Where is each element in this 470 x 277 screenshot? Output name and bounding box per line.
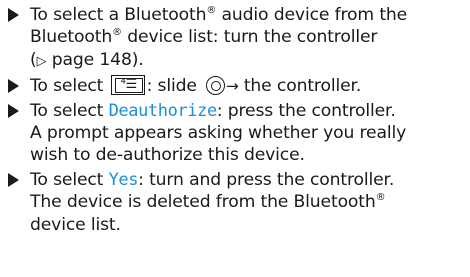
step-line: The device is deleted from the Bluetooth… <box>30 192 386 213</box>
step-select-menu: To select ⁴☰: slide → the controller. <box>6 75 466 97</box>
triangle-bullet-icon <box>8 172 19 187</box>
step-line: To select Yes: turn and press the contro… <box>30 169 395 190</box>
step-confirm-yes: To select Yes: turn and press the contro… <box>6 169 466 236</box>
yes-menu-item: Yes <box>108 169 139 190</box>
triangle-bullet-icon <box>8 103 19 118</box>
instruction-list: To select a Bluetooth® audio device from… <box>6 4 466 238</box>
step-select-audio-device: To select a Bluetooth® audio device from… <box>6 4 466 73</box>
slide-right-arrow-icon: → <box>226 77 239 96</box>
controller-knob-icon <box>206 76 226 96</box>
step-line: To select Deauthorize: press the control… <box>30 100 396 121</box>
step-deauthorize: To select Deauthorize: press the control… <box>6 100 466 167</box>
step-line: device list. <box>30 214 121 235</box>
step-line: To select ⁴☰: slide → the controller. <box>30 75 362 97</box>
page-reference[interactable]: (▷ page 148). <box>30 49 466 73</box>
deauthorize-menu-item: Deauthorize <box>108 100 218 121</box>
step-line: A prompt appears asking whether you real… <box>30 123 407 144</box>
step-line: wish to de-authorize this device. <box>30 145 305 166</box>
triangle-bullet-icon <box>8 79 19 94</box>
triangle-bullet-icon <box>8 8 19 22</box>
menu-button-icon: ⁴☰ <box>110 75 145 96</box>
page-ref-arrow-icon: ▷ <box>36 53 47 69</box>
step-line: To select a Bluetooth® audio device from… <box>30 5 408 25</box>
step-line: Bluetooth® device list: turn the control… <box>30 27 378 48</box>
